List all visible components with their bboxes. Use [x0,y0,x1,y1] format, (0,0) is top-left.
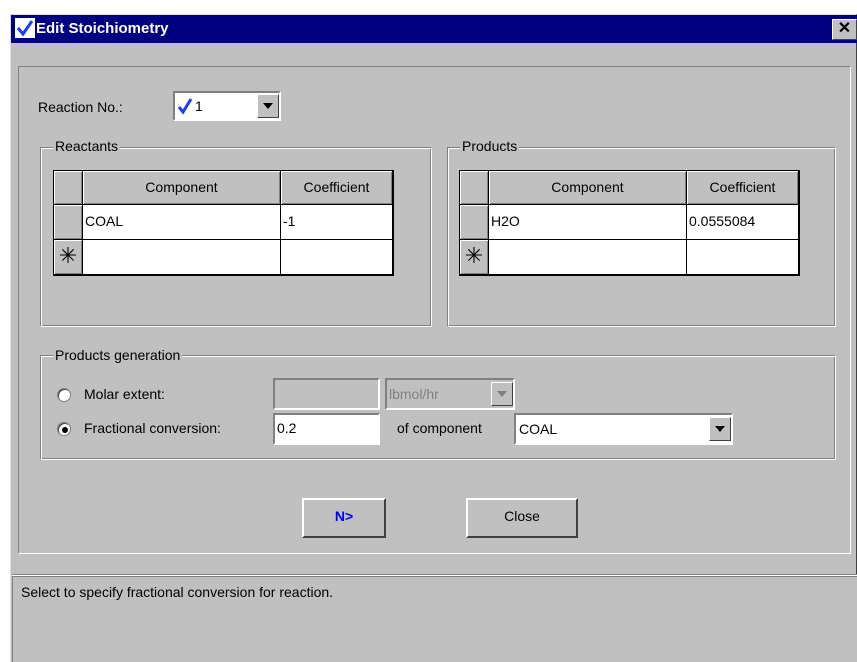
table-cell-coefficient[interactable]: -1 [281,205,393,240]
radio-selected-dot [62,427,68,433]
column-header-component[interactable]: Component [83,171,281,205]
chevron-down-icon [263,103,273,109]
products-legend: Products [460,137,520,155]
close-icon[interactable]: ✕ [832,19,857,40]
unit-dropdown-button[interactable] [491,382,513,406]
new-row-icon[interactable]: ✳ [54,240,83,275]
status-text: Select to specify fractional conversion … [21,584,334,600]
grid-corner[interactable] [460,171,489,205]
table-cell-coefficient[interactable]: 0.0555084 [687,205,799,240]
next-button[interactable]: N> [302,498,386,538]
reactants-legend: Reactants [53,137,121,155]
grid-corner[interactable] [54,171,83,205]
row-selector[interactable] [460,205,489,240]
chevron-down-icon [715,426,725,432]
reaction-no-dropdown-button[interactable] [257,94,279,118]
fractional-conversion-input[interactable]: 0.2 [273,413,380,445]
status-bar: Select to specify fractional conversion … [12,576,857,662]
table-cell-new-component[interactable] [83,240,281,275]
component-select[interactable]: COAL [514,413,733,445]
component-dropdown-button[interactable] [709,417,731,441]
chevron-down-icon [497,391,507,397]
of-component-label: of component [397,420,482,436]
table-cell-component[interactable]: COAL [83,205,281,240]
table-cell-new-coefficient[interactable] [281,240,393,275]
products-grid[interactable]: Component Coefficient H2O 0.0555084 ✳ [459,170,800,276]
component-select-value: COAL [519,421,558,437]
molar-extent-input[interactable] [273,378,380,410]
reactants-grid[interactable]: Component Coefficient COAL -1 ✳ [53,170,394,276]
column-header-coefficient[interactable]: Coefficient [687,171,799,205]
checkmark-app-icon [14,17,36,39]
table-cell-component[interactable]: H2O [489,205,687,240]
molar-extent-unit-select[interactable]: lbmol/hr [385,378,515,410]
reaction-no-value: 1 [195,98,203,114]
products-generation-legend: Products generation [53,346,183,364]
fractional-conversion-label: Fractional conversion: [84,420,221,436]
row-selector[interactable] [54,205,83,240]
molar-extent-unit-value: lbmol/hr [389,386,439,402]
reaction-no-select[interactable]: 1 [173,91,281,121]
checkmark-icon [177,97,193,115]
table-cell-new-component[interactable] [489,240,687,275]
column-header-coefficient[interactable]: Coefficient [281,171,393,205]
reaction-no-label: Reaction No.: [38,99,123,115]
fractional-conversion-radio[interactable] [57,422,71,436]
new-row-icon[interactable]: ✳ [460,240,489,275]
close-button[interactable]: Close [466,498,578,538]
window-title: Edit Stoichiometry [36,20,169,37]
column-header-component[interactable]: Component [489,171,687,205]
table-cell-new-coefficient[interactable] [687,240,799,275]
molar-extent-label: Molar extent: [84,386,165,402]
molar-extent-radio[interactable] [57,388,71,402]
